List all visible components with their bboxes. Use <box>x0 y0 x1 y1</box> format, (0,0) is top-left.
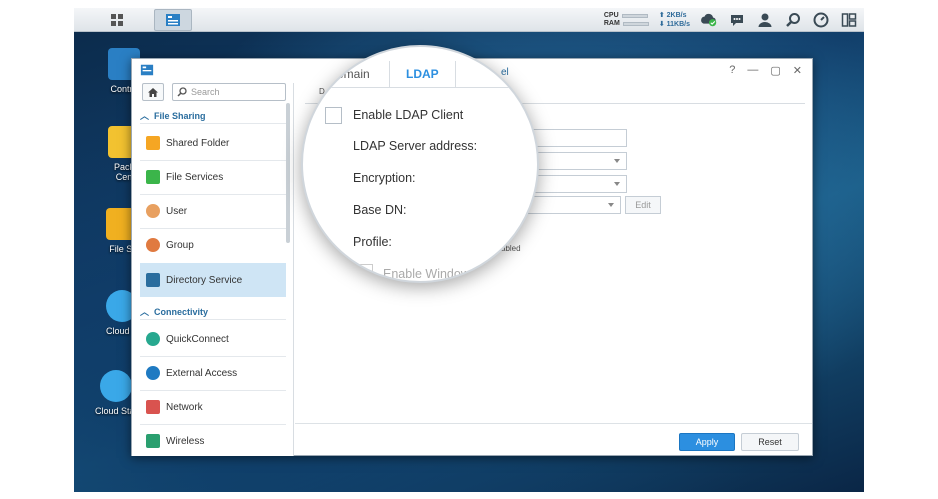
minimize-button[interactable]: — <box>747 64 758 77</box>
network-house-icon <box>146 400 160 414</box>
section-file-sharing[interactable]: ︿ File Sharing <box>140 109 206 122</box>
download-speed: 11KB/s <box>666 21 690 28</box>
sidebar: Search ︿ File Sharing Shared Folder File… <box>132 83 294 456</box>
search-icon[interactable] <box>784 11 802 29</box>
ldap-server-address-input[interactable] <box>525 129 627 147</box>
enable-windows-checkbox[interactable] <box>353 264 373 281</box>
resource-monitor[interactable]: CPU RAM <box>604 12 649 28</box>
wifi-icon <box>146 434 160 448</box>
sidebar-item-label: Directory Service <box>166 274 243 286</box>
tab-separator <box>455 61 456 87</box>
taskbar: CPU RAM ⬆ 2KB/s ⬇ 11KB/s <box>74 8 864 32</box>
control-panel-icon <box>140 64 154 76</box>
divider <box>140 123 286 124</box>
sidebar-item-wireless[interactable]: Wireless <box>140 425 286 457</box>
control-panel-taskbar-button[interactable] <box>154 9 192 31</box>
search-input[interactable]: Search <box>172 83 286 101</box>
sidebar-item-label: Network <box>166 401 203 413</box>
tab-domain[interactable]: omain <box>337 67 370 81</box>
search-placeholder: Search <box>191 87 220 97</box>
group-icon <box>146 238 160 252</box>
network-speed: ⬆ 2KB/s ⬇ 11KB/s <box>659 11 690 29</box>
magnifier-callout: omain LDAP Enable LDAP Client LDAP Serve… <box>301 45 539 283</box>
tabs-underline <box>303 87 537 88</box>
home-button[interactable] <box>142 83 164 101</box>
sidebar-item-network[interactable]: Network <box>140 391 286 423</box>
globe-icon <box>146 366 160 380</box>
encryption-select[interactable] <box>525 152 627 170</box>
sidebar-item-file-services[interactable]: File Services <box>140 161 286 193</box>
home-icon <box>148 87 158 97</box>
user-icon[interactable] <box>756 11 774 29</box>
chevron-down-icon <box>614 159 620 163</box>
ram-bar <box>622 22 649 26</box>
sidebar-scrollbar[interactable] <box>286 103 290 243</box>
sidebar-item-quickconnect[interactable]: QuickConnect <box>140 323 286 355</box>
cpu-label: CPU <box>603 12 619 19</box>
sidebar-item-group[interactable]: Group <box>140 229 286 261</box>
enable-ldap-label: Enable LDAP Client <box>353 108 464 122</box>
cpu-bar <box>621 14 648 18</box>
options-icon[interactable] <box>840 11 858 29</box>
enable-ldap-checkbox[interactable] <box>325 107 342 124</box>
shared-folder-icon <box>146 136 160 150</box>
notifications-icon[interactable] <box>728 11 746 29</box>
profile-label: Profile: <box>353 235 392 249</box>
sidebar-item-label: External Access <box>166 367 238 379</box>
user-icon <box>146 204 160 218</box>
cloud-station-icon <box>100 370 132 402</box>
chevron-up-icon: ︿ <box>140 307 150 317</box>
file-services-icon <box>146 170 160 184</box>
encryption-label: Encryption: <box>353 171 416 185</box>
apply-button[interactable]: Apply <box>679 433 735 451</box>
grid-icon <box>111 14 123 26</box>
reset-button[interactable]: Reset <box>741 433 799 451</box>
section-connectivity[interactable]: ︿ Connectivity <box>140 305 208 318</box>
chevron-down-icon <box>614 182 620 186</box>
main-menu-button[interactable] <box>98 9 136 31</box>
base-dn-label: Base DN: <box>353 203 407 217</box>
tab-separator <box>389 61 390 87</box>
ldap-server-address-label: LDAP Server address: <box>353 139 478 153</box>
sidebar-item-label: Wireless <box>166 435 205 447</box>
directory-service-icon <box>146 273 160 287</box>
section-label: File Sharing <box>154 110 206 121</box>
footer-divider <box>295 423 812 424</box>
quickconnect-icon <box>146 332 160 346</box>
search-icon <box>177 87 187 97</box>
cloud-status-icon[interactable] <box>700 11 718 29</box>
sidebar-item-shared-folder[interactable]: Shared Folder <box>140 127 286 159</box>
ram-label: RAM <box>603 20 620 27</box>
taskbar-tray: CPU RAM ⬆ 2KB/s ⬇ 11KB/s <box>604 8 858 32</box>
widgets-icon[interactable] <box>812 11 830 29</box>
sidebar-item-external-access[interactable]: External Access <box>140 357 286 389</box>
sidebar-item-label: User <box>166 205 188 217</box>
divider <box>140 319 286 320</box>
tab-ldap[interactable]: LDAP <box>406 67 439 81</box>
sidebar-item-user[interactable]: User <box>140 195 286 227</box>
chevron-up-icon: ︿ <box>140 111 150 121</box>
download-arrow-icon: ⬇ <box>658 21 665 28</box>
chevron-down-icon <box>608 203 614 207</box>
sidebar-item-label: QuickConnect <box>166 333 229 345</box>
help-button[interactable]: ? <box>729 64 735 77</box>
maximize-button[interactable]: ▢ <box>770 64 780 77</box>
sidebar-item-label: Group <box>166 239 194 251</box>
tab-fragment-right[interactable]: el <box>501 67 509 78</box>
control-panel-icon <box>166 14 180 26</box>
base-dn-select[interactable] <box>525 175 627 193</box>
section-label: Connectivity <box>154 306 209 317</box>
profile-select[interactable] <box>525 196 621 214</box>
upload-arrow-icon: ⬆ <box>658 12 665 19</box>
close-button[interactable]: ✕ <box>793 64 802 77</box>
enable-windows-label: Enable Window <box>383 267 470 281</box>
sidebar-item-label: Shared Folder <box>166 137 230 149</box>
sidebar-item-directory-service[interactable]: Directory Service <box>140 263 286 297</box>
edit-button[interactable]: Edit <box>625 196 661 214</box>
upload-speed: 2KB/s <box>666 12 687 19</box>
sidebar-item-label: File Services <box>166 171 224 183</box>
window-controls: ? — ▢ ✕ <box>729 64 802 77</box>
